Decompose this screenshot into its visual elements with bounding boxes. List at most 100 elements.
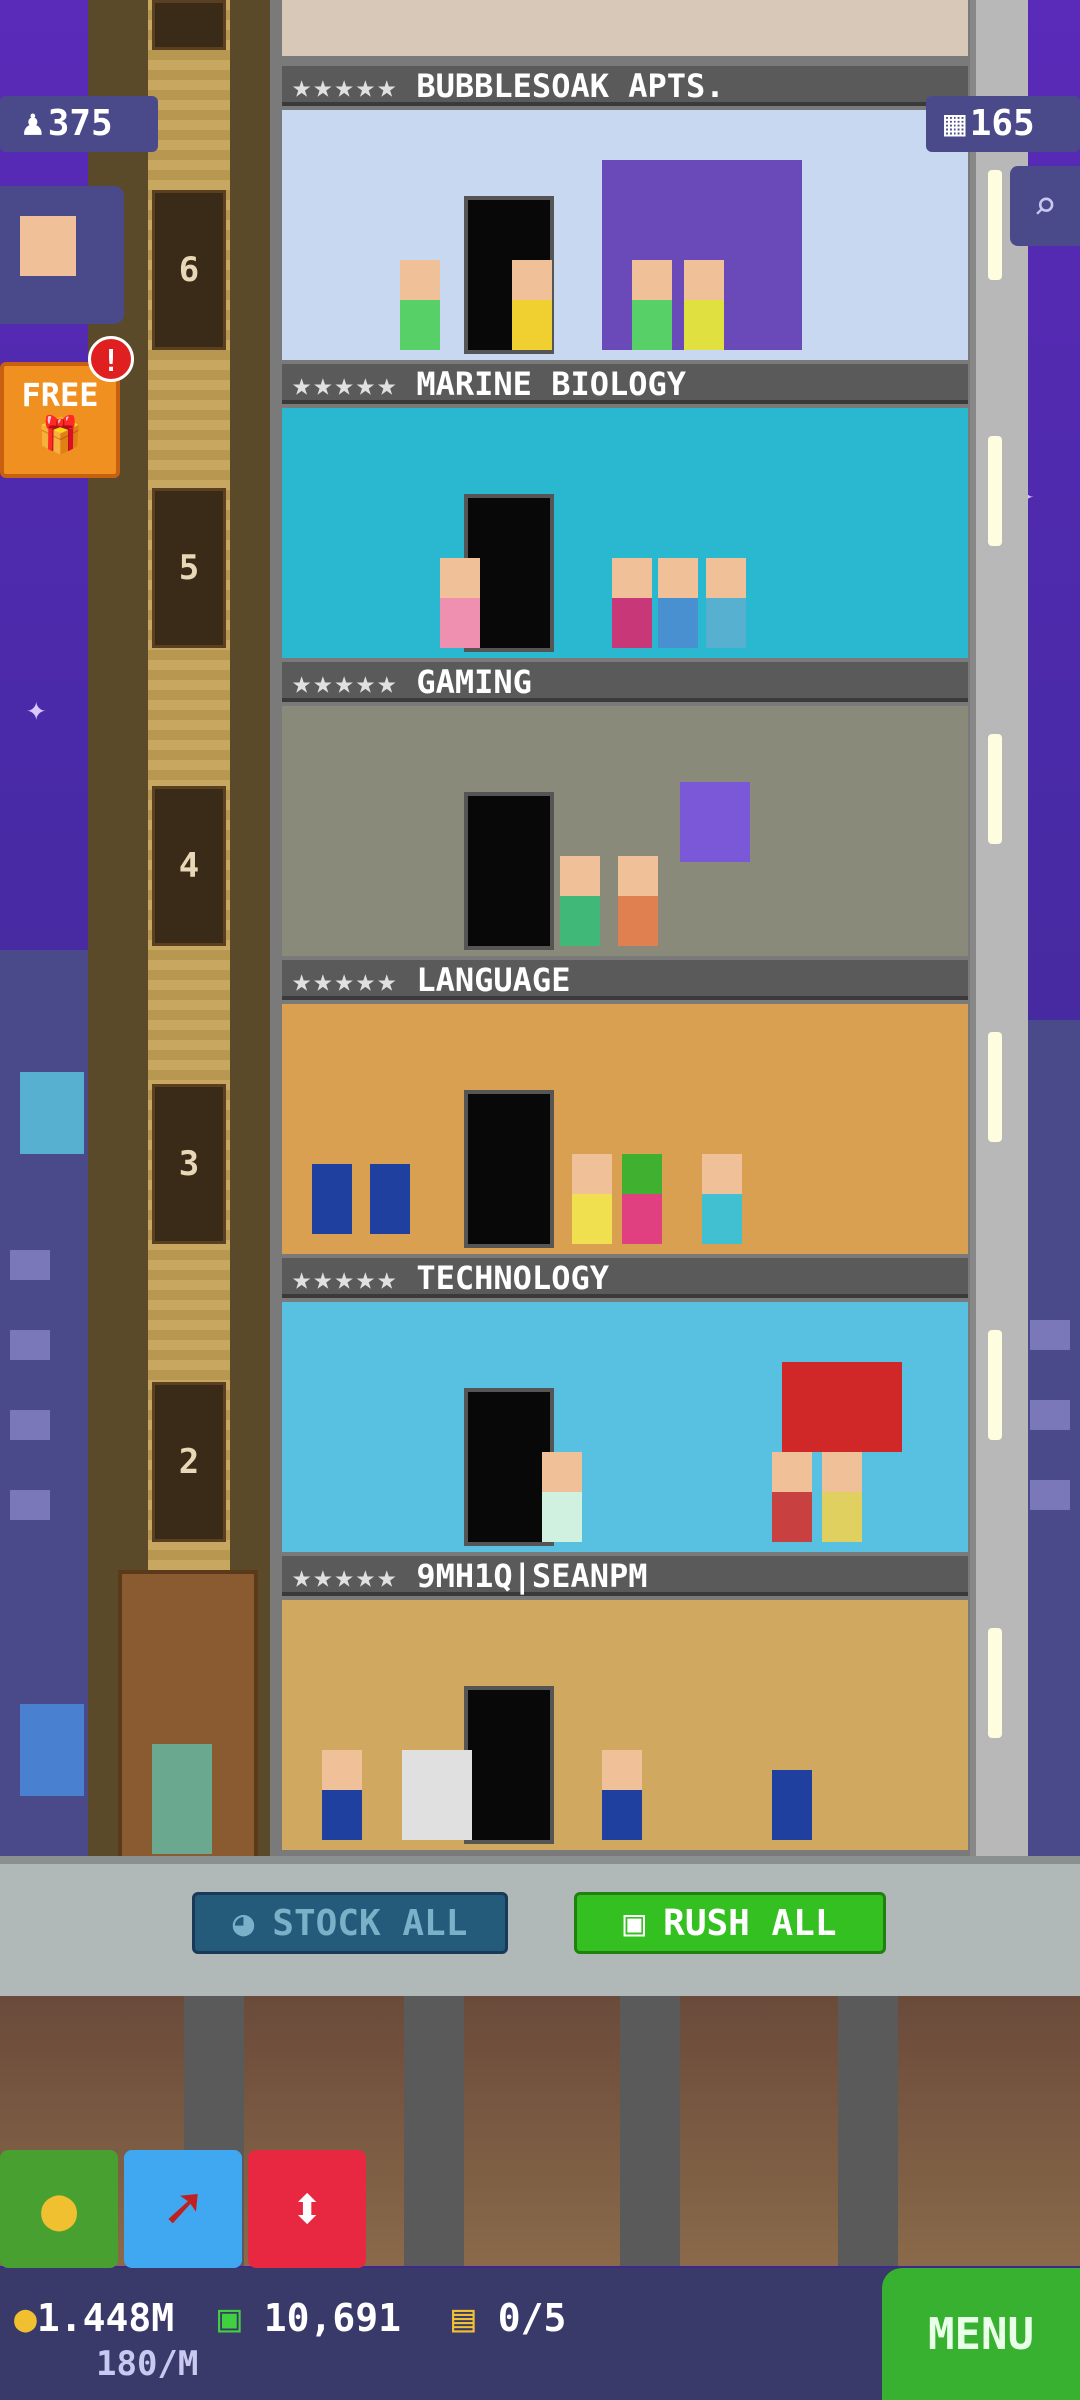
room-interior[interactable] <box>282 706 968 956</box>
floor-label: ★★★★★ BUBBLESOAK APTS. <box>282 66 968 106</box>
elevator-door-2[interactable]: 2 <box>152 1382 226 1542</box>
tenant[interactable] <box>618 856 658 946</box>
tenant[interactable] <box>632 260 672 350</box>
tenant[interactable] <box>512 260 552 350</box>
tenant[interactable] <box>612 558 652 648</box>
robot-cat <box>402 1750 472 1840</box>
tech-billboard <box>16 1700 88 1800</box>
floor-stars: ★★★★★ <box>292 961 399 999</box>
lobby-elevator-entrance[interactable] <box>118 1570 258 1860</box>
cash-icon: ▣ <box>623 1902 646 1944</box>
tenant[interactable] <box>658 558 698 648</box>
bux-value: 10,691 <box>263 2296 402 2340</box>
menu-button[interactable]: MENU <box>882 2268 1080 2400</box>
rush-all-label: RUSH ALL <box>663 1902 837 1944</box>
floor-number: 5 <box>178 548 200 588</box>
sparkle-icon: ✦ <box>26 689 47 729</box>
floor-label: ★★★★★ MARINE BIOLOGY <box>282 364 968 404</box>
tenant[interactable] <box>706 558 746 648</box>
tenant[interactable] <box>542 1452 582 1542</box>
room-interior[interactable] <box>282 1600 968 1850</box>
tower-light <box>988 734 1002 844</box>
tenant[interactable] <box>622 1154 662 1244</box>
clock-icon: ◕ <box>232 1902 255 1944</box>
room-interior[interactable] <box>282 1302 968 1552</box>
tickets-value: 0/5 <box>497 2296 567 2340</box>
tenant[interactable] <box>560 856 600 946</box>
floor-technology[interactable]: ★★★★★ TECHNOLOGY <box>282 1258 968 1556</box>
elevator-button[interactable]: ⬍ <box>248 2150 366 2268</box>
tenant[interactable] <box>322 1750 362 1840</box>
floor-label: ★★★★★ 9MH1Q|SEANPM <box>282 1556 968 1596</box>
floor-gaming[interactable]: ★★★★★ GAMING <box>282 662 968 960</box>
coins-icon: ● <box>40 2174 78 2244</box>
statue-of-liberty <box>152 1744 212 1854</box>
tower-light <box>988 436 1002 546</box>
tenant[interactable] <box>572 1154 612 1244</box>
coins-button[interactable]: ● <box>0 2150 118 2268</box>
floor-bubblesoak[interactable]: ★★★★★ BUBBLESOAK APTS. <box>282 66 968 364</box>
room-door <box>464 1686 554 1844</box>
floor-number: 3 <box>178 1144 200 1184</box>
room-interior[interactable] <box>282 1004 968 1254</box>
stock-all-button[interactable]: ◕ STOCK ALL <box>192 1892 508 1954</box>
coins-value: 1.448M <box>36 2296 175 2340</box>
floor-marine-biology[interactable]: ★★★★★ MARINE BIOLOGY <box>282 364 968 662</box>
search-icon[interactable]: ⌕ <box>1010 166 1080 246</box>
alert-badge: ! <box>88 336 134 382</box>
population-counter[interactable]: ♟ 375 <box>0 96 158 152</box>
tenant[interactable] <box>684 260 724 350</box>
floor-lobby[interactable]: ★★★★★ 9MH1Q|SEANPM <box>282 1556 968 1854</box>
floor-name: GAMING <box>416 663 532 701</box>
stock-all-label: STOCK ALL <box>272 1902 468 1944</box>
tenant[interactable] <box>602 1750 642 1840</box>
lobby-column <box>404 1996 464 2266</box>
floor-stars: ★★★★★ <box>292 663 399 701</box>
elevator-door-5[interactable]: 5 <box>152 488 226 648</box>
floor-name: LANGUAGE <box>416 961 571 999</box>
vase-icon <box>772 1770 812 1840</box>
floor-label: ★★★★★ GAMING <box>282 662 968 702</box>
lobby-column <box>838 1996 898 2266</box>
floor-language[interactable]: ★★★★★ LANGUAGE <box>282 960 968 1258</box>
floor-number: 6 <box>178 250 200 290</box>
floor-number: 2 <box>178 1442 200 1482</box>
tenant[interactable] <box>822 1452 862 1542</box>
elevator-door-7 <box>152 0 226 50</box>
menu-label: MENU <box>928 2308 1034 2360</box>
floor-above-partial[interactable] <box>282 0 968 56</box>
floors-counter[interactable]: ▦ 165 <box>926 96 1080 152</box>
tenant[interactable] <box>772 1452 812 1542</box>
arrow-up-right-icon: ➚ <box>164 2174 202 2244</box>
floors-value: 165 <box>969 103 1035 144</box>
elevator-door-3[interactable]: 3 <box>152 1084 226 1244</box>
lobby-column <box>620 1996 680 2266</box>
coin-icon: ● <box>14 2296 37 2340</box>
tenant[interactable] <box>702 1154 742 1244</box>
room-door <box>464 1388 554 1546</box>
visitor-portrait-button[interactable] <box>0 186 124 324</box>
alert-mark: ! <box>101 344 121 379</box>
person-icon: ♟ <box>22 103 44 144</box>
build-button[interactable]: ➚ <box>124 2150 242 2268</box>
food-billboard <box>16 1068 88 1158</box>
room-interior[interactable] <box>282 408 968 658</box>
floor-label: ★★★★★ LANGUAGE <box>282 960 968 1000</box>
tenant[interactable] <box>440 558 480 648</box>
tower-light <box>988 1628 1002 1738</box>
tower-light <box>988 1330 1002 1440</box>
vase-icon <box>370 1164 410 1234</box>
room-interior[interactable] <box>282 110 968 360</box>
tenant[interactable] <box>400 260 440 350</box>
vase-icon <box>312 1164 352 1234</box>
room-door <box>464 792 554 950</box>
monitor-screen <box>782 1362 902 1452</box>
floor-stars: ★★★★★ <box>292 1557 399 1595</box>
portal-window <box>680 782 750 862</box>
rush-all-button[interactable]: ▣ RUSH ALL <box>574 1892 886 1954</box>
room-door <box>464 1090 554 1248</box>
floor-name: 9MH1Q|SEANPM <box>416 1557 648 1595</box>
elevator-door-6[interactable]: 6 <box>152 190 226 350</box>
tickets-display: ▤ 0/5 <box>452 2296 566 2340</box>
elevator-door-4[interactable]: 4 <box>152 786 226 946</box>
